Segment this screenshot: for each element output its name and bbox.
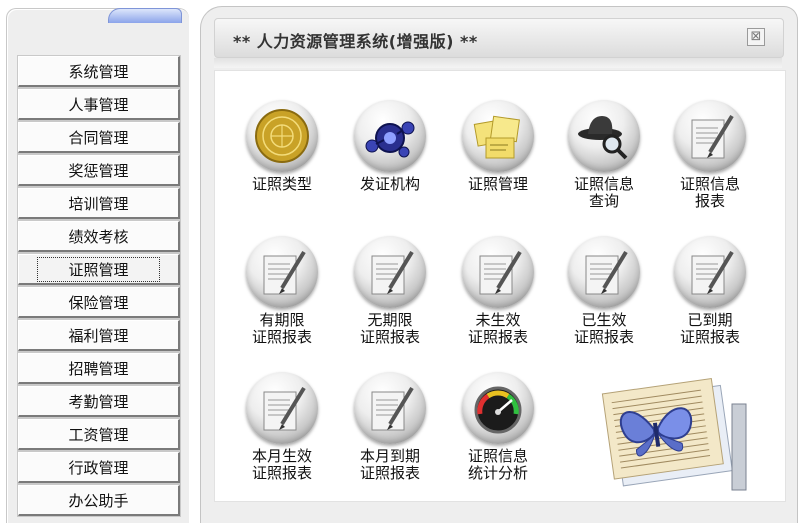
menu-item-attendance[interactable]: 考勤管理 xyxy=(18,386,180,417)
module-sublabel: 统计分析 xyxy=(467,464,528,482)
module-not-effective-report[interactable]: 未生效 证照报表 xyxy=(450,236,546,346)
module-sublabel: 证照报表 xyxy=(679,328,740,346)
sticky-notes-icon xyxy=(462,100,534,172)
module-label: 已生效 xyxy=(581,311,627,329)
report-pen-icon xyxy=(354,236,426,308)
report-pen-icon xyxy=(246,372,318,444)
module-cert-statistics[interactable]: 证照信息 统计分析 xyxy=(450,372,546,482)
module-label: 未生效 xyxy=(475,311,521,329)
module-label: 本月生效 xyxy=(251,447,312,465)
module-sublabel: 报表 xyxy=(694,192,725,210)
menu-item-training[interactable]: 培训管理 xyxy=(18,188,180,219)
module-sublabel: 证照报表 xyxy=(359,328,420,346)
module-label: 证照管理 xyxy=(467,175,528,193)
module-month-expire-report[interactable]: 本月到期 证照报表 xyxy=(342,372,438,482)
menu-item-welfare[interactable]: 福利管理 xyxy=(18,320,180,351)
title-bar: ** 人力资源管理系统(增强版) ** ⊠ xyxy=(214,18,784,58)
menu-item-contract[interactable]: 合同管理 xyxy=(18,122,180,153)
menu-item-office-assistant[interactable]: 办公助手 xyxy=(18,485,180,516)
menu-item-personnel[interactable]: 人事管理 xyxy=(18,89,180,120)
menu-item-performance[interactable]: 绩效考核 xyxy=(18,221,180,252)
menu-item-insurance[interactable]: 保险管理 xyxy=(18,287,180,318)
toolbar-strip xyxy=(214,58,782,68)
sidebar-tab xyxy=(108,8,182,23)
module-sublabel: 证照报表 xyxy=(467,328,528,346)
module-cert-type[interactable]: 证照类型 xyxy=(234,100,330,193)
module-sublabel: 证照报表 xyxy=(251,328,312,346)
module-cert-query[interactable]: 证照信息 查询 xyxy=(556,100,652,210)
network-hub-icon xyxy=(354,100,426,172)
module-label: 有期限 xyxy=(259,311,305,329)
gauge-icon xyxy=(462,372,534,444)
module-label: 本月到期 xyxy=(359,447,420,465)
module-issuing-authority[interactable]: 发证机构 xyxy=(342,100,438,193)
close-icon[interactable]: ⊠ xyxy=(747,28,765,46)
module-cert-report[interactable]: 证照信息 报表 xyxy=(662,100,758,210)
module-sublabel: 查询 xyxy=(588,192,619,210)
report-pen-icon xyxy=(246,236,318,308)
menu-item-reward-penalty[interactable]: 奖惩管理 xyxy=(18,155,180,186)
menu-item-administration[interactable]: 行政管理 xyxy=(18,452,180,483)
window-title: ** 人力资源管理系统(增强版) ** xyxy=(233,32,478,51)
module-label: 证照信息 xyxy=(679,175,740,193)
menu-item-recruitment[interactable]: 招聘管理 xyxy=(18,353,180,384)
module-month-effective-report[interactable]: 本月生效 证照报表 xyxy=(234,372,330,482)
report-pen-icon xyxy=(568,236,640,308)
module-label: 无期限 xyxy=(367,311,413,329)
module-sublabel: 证照报表 xyxy=(251,464,312,482)
module-label: 发证机构 xyxy=(359,175,420,193)
menu-item-system[interactable]: 系统管理 xyxy=(18,56,180,87)
report-pen-icon xyxy=(674,100,746,172)
report-pen-icon xyxy=(674,236,746,308)
module-expired-report[interactable]: 已到期 证照报表 xyxy=(662,236,758,346)
menu-item-salary[interactable]: 工资管理 xyxy=(18,419,180,450)
butterfly-documents-illustration xyxy=(596,364,756,494)
menu-item-certificates[interactable]: 证照管理 xyxy=(18,254,180,285)
passport-seal-icon xyxy=(246,100,318,172)
module-cert-management[interactable]: 证照管理 xyxy=(450,100,546,193)
module-label: 证照类型 xyxy=(251,175,312,193)
module-effective-report[interactable]: 已生效 证照报表 xyxy=(556,236,652,346)
sidebar-menu: 系统管理 人事管理 合同管理 奖惩管理 培训管理 绩效考核 证照管理 保险管理 … xyxy=(18,56,182,518)
module-label: 已到期 xyxy=(687,311,733,329)
module-label: 证照信息 xyxy=(573,175,634,193)
module-sublabel: 证照报表 xyxy=(573,328,634,346)
report-pen-icon xyxy=(462,236,534,308)
module-label: 证照信息 xyxy=(467,447,528,465)
report-pen-icon xyxy=(354,372,426,444)
magnifier-hat-icon xyxy=(568,100,640,172)
module-no-term-report[interactable]: 无期限 证照报表 xyxy=(342,236,438,346)
module-term-report[interactable]: 有期限 证照报表 xyxy=(234,236,330,346)
module-sublabel: 证照报表 xyxy=(359,464,420,482)
